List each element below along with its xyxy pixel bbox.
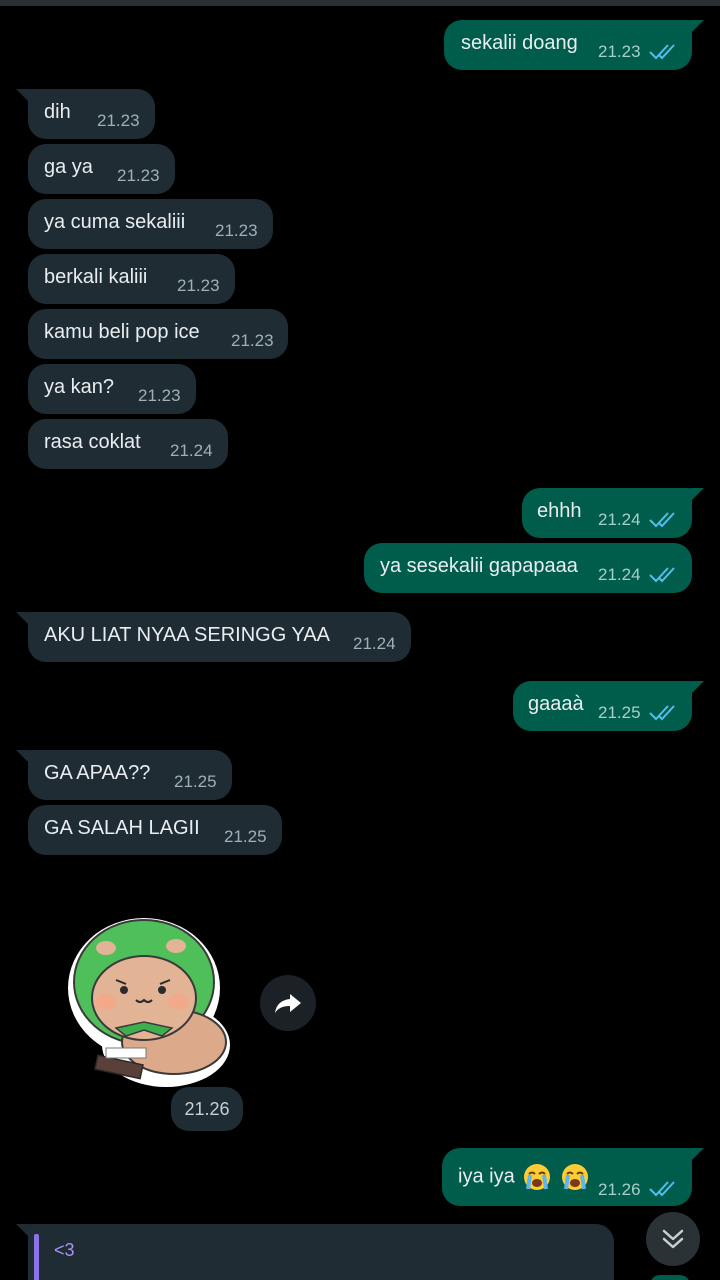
scroll-to-bottom-button[interactable] xyxy=(646,1212,700,1266)
message-time: 21.23 xyxy=(598,42,641,61)
message-bubble-incoming[interactable]: kamu beli pop ice 21.23 xyxy=(28,309,288,359)
partial-outgoing-bubble xyxy=(650,1275,690,1280)
message-bubble-incoming[interactable]: rasa coklat 21.24 xyxy=(28,419,228,469)
message-time: 21.24 xyxy=(353,634,396,653)
message-text: sekalii doang xyxy=(461,32,578,54)
message-text: kamu beli pop ice xyxy=(44,321,200,343)
read-ticks-icon xyxy=(649,1181,675,1197)
message-bubble-incoming[interactable]: dih 21.23 xyxy=(16,89,155,139)
message-text: GA APAA?? xyxy=(44,762,151,784)
message-text: rasa coklat xyxy=(44,431,141,453)
message-text: AKU LIAT NYAA SERINGG YAA xyxy=(44,624,331,646)
message-bubble-incoming[interactable]: berkali kaliii 21.23 xyxy=(28,254,235,304)
message-text: GA SALAH LAGII xyxy=(44,817,200,839)
message-text: ga ya xyxy=(44,156,93,178)
message-bubble-outgoing[interactable]: sekalii doang 21.23 xyxy=(444,20,704,70)
reply-quote-text: <3 xyxy=(54,1240,75,1260)
loudly-crying-face-icon xyxy=(561,1164,588,1190)
message-time: 21.23 xyxy=(97,111,140,130)
message-time: 21.26 xyxy=(598,1180,641,1199)
message-time: 21.25 xyxy=(224,827,267,846)
read-ticks-icon xyxy=(649,705,675,721)
message-text: ya kan? xyxy=(44,376,115,398)
forward-arrow-icon xyxy=(275,994,301,1013)
message-time: 21.25 xyxy=(598,703,641,722)
message-time: 21.23 xyxy=(177,276,220,295)
top-divider xyxy=(0,0,720,6)
message-bubble-incoming[interactable]: ya cuma sekaliii 21.23 xyxy=(28,199,273,249)
double-chevron-down-icon xyxy=(662,1229,684,1249)
message-text-content: iya iya xyxy=(458,1165,515,1188)
message-bubble-outgoing[interactable]: ya sesekalii gapapaaa 21.24 xyxy=(364,543,692,593)
message-text: ehhh xyxy=(537,500,582,522)
message-time: 21.24 xyxy=(598,565,641,584)
message-bubble-incoming[interactable]: ga ya 21.23 xyxy=(28,144,175,194)
message-bubble-outgoing[interactable]: iya iya 21.26 xyxy=(442,1148,704,1206)
loudly-crying-face-icon xyxy=(524,1164,551,1190)
reply-accent-bar xyxy=(34,1234,39,1280)
read-ticks-icon xyxy=(649,567,675,583)
message-text: iya iya xyxy=(458,1162,590,1192)
message-bubble-incoming[interactable]: GA APAA?? 21.25 xyxy=(16,750,232,800)
message-bubble-outgoing[interactable]: ehhh 21.24 xyxy=(522,488,704,538)
message-text: dih xyxy=(44,101,71,123)
message-time: 21.24 xyxy=(598,510,641,529)
message-time: 21.23 xyxy=(215,221,258,240)
message-bubble-incoming[interactable]: GA SALAH LAGII 21.25 xyxy=(28,805,282,855)
message-text: gaaaà xyxy=(528,693,584,715)
message-time: 21.23 xyxy=(138,386,181,405)
bear-sticker-icon[interactable] xyxy=(66,910,236,1095)
read-ticks-icon xyxy=(649,512,675,528)
message-bubble-incoming[interactable]: AKU LIAT NYAA SERINGG YAA 21.24 xyxy=(16,612,411,662)
reply-message-bubble[interactable]: <3 xyxy=(16,1224,614,1280)
message-time: 21.23 xyxy=(117,166,160,185)
message-bubble-incoming[interactable]: ya kan? 21.23 xyxy=(28,364,196,414)
message-text: ya sesekalii gapapaaa xyxy=(380,555,578,577)
message-text: ya cuma sekaliii xyxy=(44,211,186,233)
sticker-time: 21.26 xyxy=(171,1087,243,1131)
chat-screen: sekalii doang 21.23 dih 21.23 ga ya 21.2… xyxy=(0,0,720,1280)
message-bubble-outgoing[interactable]: gaaaà 21.25 xyxy=(513,681,704,731)
forward-button[interactable] xyxy=(260,975,316,1031)
message-text: berkali kaliii xyxy=(44,266,148,288)
message-time: 21.25 xyxy=(174,772,217,791)
message-time: 21.23 xyxy=(231,331,274,350)
message-time: 21.24 xyxy=(170,441,213,460)
read-ticks-icon xyxy=(649,44,675,60)
